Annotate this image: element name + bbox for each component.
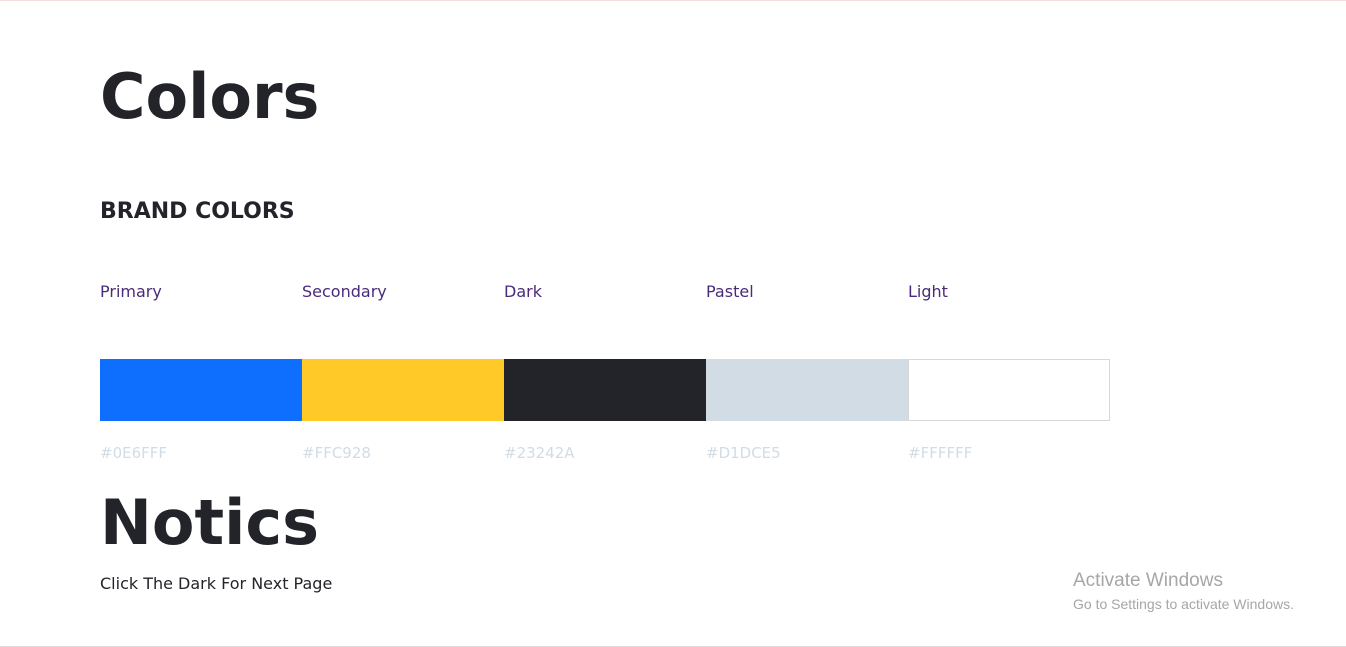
notice-text: Click The Dark For Next Page: [100, 574, 333, 593]
activate-windows-title: Activate Windows: [1073, 570, 1223, 591]
color-name-primary: Primary: [100, 282, 162, 301]
page-title: Colors: [100, 60, 320, 133]
color-swatch-row: [100, 359, 1110, 421]
swatch-pastel[interactable]: [706, 359, 908, 421]
color-name-light: Light: [908, 282, 948, 301]
hex-values-row: #0E6FFF #FFC928 #23242A #D1DCE5 #FFFFFF: [100, 444, 1110, 464]
activate-windows-subtitle: Go to Settings to activate Windows.: [1073, 596, 1294, 612]
hex-light: #FFFFFF: [908, 444, 973, 462]
swatch-primary[interactable]: [100, 359, 302, 421]
hex-secondary: #FFC928: [302, 444, 371, 462]
swatch-secondary[interactable]: [302, 359, 504, 421]
brand-colors-heading: BRAND COLORS: [100, 199, 295, 224]
hex-primary: #0E6FFF: [100, 444, 168, 462]
swatch-dark[interactable]: [504, 359, 706, 421]
swatch-light[interactable]: [908, 359, 1110, 421]
color-name-secondary: Secondary: [302, 282, 387, 301]
hex-dark: #23242A: [504, 444, 575, 462]
color-names-row: Primary Secondary Dark Pastel Light: [100, 282, 1110, 304]
color-name-pastel: Pastel: [706, 282, 754, 301]
hex-pastel: #D1DCE5: [706, 444, 781, 462]
color-name-dark: Dark: [504, 282, 542, 301]
notice-title: Notics: [100, 486, 320, 559]
